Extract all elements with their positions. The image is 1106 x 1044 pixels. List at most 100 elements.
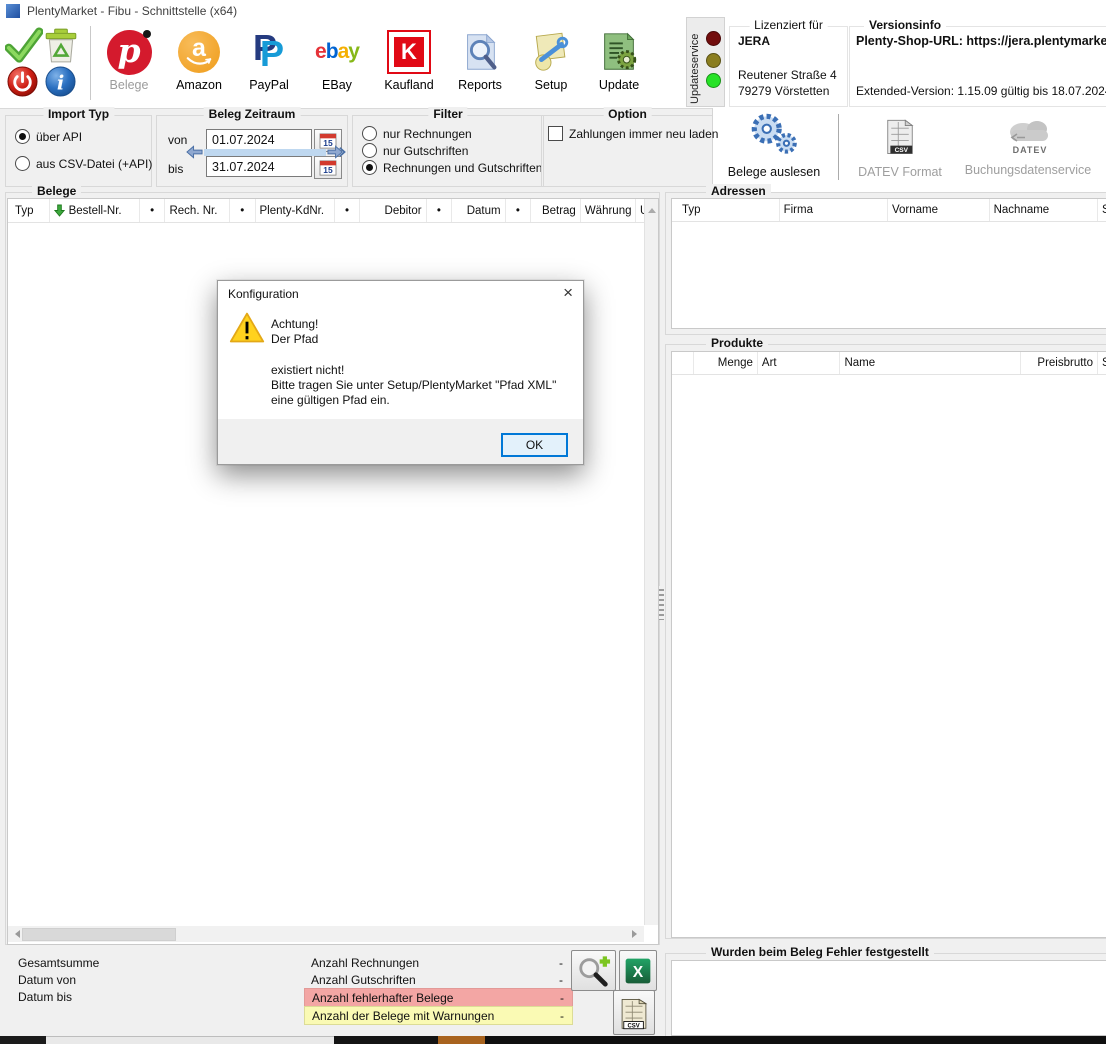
col-label: Bestell-Nr. <box>69 205 122 217</box>
adressen-group-title: Adressen <box>706 184 771 198</box>
panel-splitter[interactable] <box>659 586 664 620</box>
checkbox-icon <box>548 126 563 141</box>
power-icon <box>7 66 38 97</box>
col-menge[interactable]: Menge <box>694 352 758 374</box>
scroll-thumb[interactable] <box>22 928 176 941</box>
belege-group-title: Belege <box>32 184 81 198</box>
col-dot: • <box>140 199 166 222</box>
col-urspr-lieferung[interactable]: Urspr. Lieferung <box>636 199 644 222</box>
belege-auslesen-button[interactable]: Belege auslesen <box>718 110 830 186</box>
col-rech-nr[interactable]: Rech. Nr. <box>165 199 229 222</box>
date-range-bar <box>204 149 326 156</box>
col-waehrung[interactable]: Währung <box>581 199 636 222</box>
toolbar-item-update[interactable]: Update <box>588 28 650 100</box>
col-strasse[interactable]: Strasse <box>1098 199 1106 221</box>
col-dot: • <box>230 199 256 222</box>
radio-label: nur Rechnungen <box>383 127 472 141</box>
datev-cloud-icon: DATEV <box>996 116 1060 160</box>
excel-export-button[interactable]: X <box>619 950 657 991</box>
toolbar-item-reports[interactable]: Reports <box>449 28 511 100</box>
filter-group: Filter nur Rechnungen nur Gutschriften R… <box>352 115 544 187</box>
col-bestell-nr[interactable]: Bestell-Nr. <box>50 199 140 222</box>
dialog-titlebar: Konfiguration × <box>218 281 583 307</box>
radio-ueber-api[interactable]: über API <box>15 129 82 144</box>
license-city: 79279 Vörstetten <box>738 84 829 98</box>
window-title: PlentyMarket - Fibu - Schnittstelle (x64… <box>27 4 237 18</box>
row-value: - <box>560 1009 564 1023</box>
checkbox-zahlungen[interactable]: Zahlungen immer neu laden <box>548 126 718 141</box>
toolbar-item-ebay[interactable]: ebay EBay <box>306 28 368 100</box>
col-debitor[interactable]: Debitor <box>360 199 426 222</box>
prev-period-arrow[interactable] <box>186 145 203 162</box>
radio-aus-csv[interactable]: aus CSV-Datei (+API) <box>15 156 152 171</box>
date-bis-input[interactable]: 31.07.2024 <box>206 156 312 177</box>
license-street: Reutener Straße 4 <box>738 68 837 82</box>
col-steuer[interactable]: Steuer <box>1098 352 1106 374</box>
info-button[interactable]: i <box>45 66 76 97</box>
col-art[interactable]: Art <box>758 352 841 374</box>
radio-icon <box>362 126 377 141</box>
radio-rechnungen-und-gutschriften[interactable]: Rechnungen und Gutschriften <box>362 160 542 175</box>
csv-export-button[interactable]: CSV <box>613 990 655 1035</box>
radio-nur-gutschriften[interactable]: nur Gutschriften <box>362 143 468 158</box>
col-vorname[interactable]: Vorname <box>888 199 990 221</box>
scroll-up-arrow[interactable] <box>648 204 656 213</box>
adressen-header-row: Typ Firma Vorname Nachname Strasse <box>672 199 1106 222</box>
close-icon[interactable]: × <box>563 283 573 303</box>
radio-label: über API <box>36 130 82 144</box>
updateservice-panel: Updateservice <box>686 17 725 107</box>
option-title: Option <box>603 107 652 121</box>
radio-nur-rechnungen[interactable]: nur Rechnungen <box>362 126 472 141</box>
datev-format-icon: CSV <box>879 112 921 160</box>
arrow-left-icon <box>186 145 203 159</box>
col-preisbrutto[interactable]: Preisbrutto <box>1021 352 1098 374</box>
dialog-title: Konfiguration <box>228 287 299 301</box>
scroll-right-arrow[interactable] <box>632 930 641 938</box>
date-von-input[interactable]: 01.07.2024 <box>206 129 312 150</box>
toolbar-item-paypal[interactable]: PP PayPal <box>238 28 300 100</box>
amazon-icon: a <box>178 31 220 73</box>
produkte-group-title: Produkte <box>706 336 768 350</box>
toolbar-item-amazon[interactable]: a Amazon <box>168 28 230 100</box>
belege-hscrollbar[interactable] <box>8 926 644 942</box>
checkbox-label: Zahlungen immer neu laden <box>569 127 718 141</box>
confirm-check-button[interactable] <box>5 27 43 65</box>
row-value: - <box>559 956 563 970</box>
fehler-textbox <box>671 960 1106 1036</box>
setup-icon <box>529 30 573 74</box>
option-group: Option Zahlungen immer neu laden <box>541 115 713 187</box>
excel-icon: X <box>624 957 652 985</box>
datev-format-button[interactable]: CSV DATEV Format <box>852 110 948 186</box>
col-datum[interactable]: Datum <box>452 199 505 222</box>
update-icon <box>597 30 641 74</box>
toolbar-item-kaufland[interactable]: K Kaufland <box>378 28 440 100</box>
toolbar-item-label: Kaufland <box>384 78 433 92</box>
status-dot-1 <box>706 31 721 46</box>
col-typ[interactable]: Typ <box>8 199 50 222</box>
toolbar-item-belege[interactable]: p Belege <box>98 28 160 100</box>
belege-vscrollbar[interactable] <box>644 199 658 925</box>
delete-button[interactable] <box>42 26 80 64</box>
col-plenty-kdnr[interactable]: Plenty-KdNr. <box>256 199 335 222</box>
col-betrag[interactable]: Betrag <box>531 199 581 222</box>
col-typ[interactable]: Typ <box>672 199 780 221</box>
next-period-arrow[interactable] <box>327 145 346 162</box>
col-firma[interactable]: Firma <box>780 199 888 221</box>
scroll-left-arrow[interactable] <box>11 930 20 938</box>
action-panel-separator <box>838 114 839 180</box>
app-window: PlentyMarket - Fibu - Schnittstelle (x64… <box>0 0 1106 1044</box>
dialog-line-5: eine gültigen Pfad ein. <box>271 393 390 407</box>
buchungsdatenservice-button[interactable]: DATEV Buchungsdatenservice <box>956 110 1100 186</box>
zoom-search-button[interactable] <box>571 950 616 991</box>
ok-button[interactable]: OK <box>501 433 568 457</box>
svg-text:CSV: CSV <box>627 1023 639 1029</box>
bis-label: bis <box>168 162 183 176</box>
anzahl-fehlerhafter-row: Anzahl fehlerhafter Belege - <box>304 988 573 1007</box>
col-name[interactable]: Name <box>840 352 1021 374</box>
row-label: Anzahl Gutschriften <box>311 973 416 987</box>
toolbar-item-setup[interactable]: Setup <box>520 28 582 100</box>
power-exit-button[interactable] <box>7 66 38 97</box>
col-nachname[interactable]: Nachname <box>990 199 1098 221</box>
info-icon: i <box>45 66 76 97</box>
beleg-zeitraum-title: Beleg Zeitraum <box>204 107 301 121</box>
